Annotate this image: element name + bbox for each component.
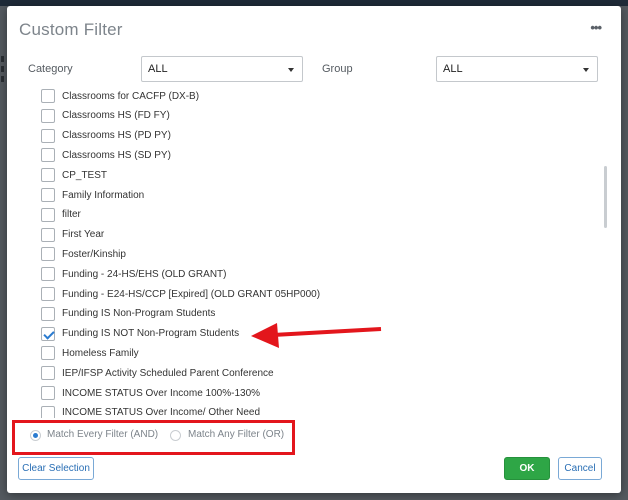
filter-list-item[interactable]: filter: [41, 205, 81, 225]
filter-list-item[interactable]: Funding - 24-HS/EHS (OLD GRANT): [41, 264, 227, 284]
clear-selection-button[interactable]: Clear Selection: [18, 457, 94, 480]
chevron-down-icon: [583, 68, 589, 72]
filter-checkbox[interactable]: [41, 89, 55, 103]
match-every-radio[interactable]: [30, 430, 41, 441]
filter-item-label[interactable]: Family Information: [62, 190, 144, 201]
filter-list-item[interactable]: INCOME STATUS Over Income/ Other Need: [41, 403, 260, 418]
category-select[interactable]: ALL: [141, 56, 303, 82]
filter-list-item[interactable]: Classrooms HS (SD PY): [41, 145, 171, 165]
filter-list-item[interactable]: Funding IS NOT Non-Program Students: [41, 324, 239, 344]
filter-item-label[interactable]: Funding IS Non-Program Students: [62, 308, 215, 319]
filter-item-label[interactable]: Funding - E24-HS/CCP [Expired] (OLD GRAN…: [62, 289, 320, 300]
filter-item-label[interactable]: IEP/IFSP Activity Scheduled Parent Confe…: [62, 368, 274, 379]
filter-checkbox[interactable]: [41, 306, 55, 321]
filter-checkbox[interactable]: [41, 168, 55, 183]
filter-checkbox[interactable]: [41, 366, 55, 381]
filter-item-label[interactable]: Classrooms HS (PD PY): [62, 130, 171, 141]
group-label: Group: [322, 63, 353, 75]
filter-item-label[interactable]: CP_TEST: [62, 170, 107, 181]
filter-item-label[interactable]: First Year: [62, 229, 104, 240]
filter-item-label[interactable]: INCOME STATUS Over Income 100%-130%: [62, 388, 260, 399]
filter-item-label[interactable]: Classrooms HS (FD FY): [62, 110, 170, 121]
filter-checkbox[interactable]: [41, 247, 55, 262]
annotation-arrow-icon: [251, 323, 382, 348]
filter-checkbox[interactable]: [41, 148, 55, 163]
filter-item-label[interactable]: INCOME STATUS Over Income/ Other Need: [62, 407, 260, 418]
group-select[interactable]: ALL: [436, 56, 598, 82]
filter-item-label[interactable]: Foster/Kinship: [62, 249, 126, 260]
filter-list-item[interactable]: Funding IS Non-Program Students: [41, 304, 215, 324]
filter-list-item[interactable]: First Year: [41, 225, 104, 245]
filter-list-item[interactable]: CP_TEST: [41, 165, 107, 185]
category-label: Category: [28, 63, 73, 75]
filter-list-item[interactable]: Classrooms HS (FD FY): [41, 106, 170, 126]
filter-checkbox[interactable]: [41, 287, 55, 301]
filter-checkbox[interactable]: [41, 405, 55, 418]
filter-list-item[interactable]: Family Information: [41, 185, 144, 205]
filter-list-item[interactable]: INCOME STATUS Over Income 100%-130%: [41, 383, 260, 403]
match-every-label[interactable]: Match Every Filter (AND): [47, 429, 158, 440]
filter-list-item[interactable]: Classrooms for CACFP (DX-B): [41, 86, 199, 106]
filter-item-label[interactable]: Homeless Family: [62, 348, 139, 359]
filter-item-label[interactable]: Funding IS NOT Non-Program Students: [62, 328, 239, 339]
cancel-button[interactable]: Cancel: [558, 457, 602, 480]
filter-item-label[interactable]: Funding - 24-HS/EHS (OLD GRANT): [62, 269, 227, 280]
custom-filter-dialog: Custom Filter ••• Category ALL Group ALL…: [7, 6, 621, 493]
filter-checkbox[interactable]: [41, 108, 55, 123]
more-options-icon[interactable]: •••: [590, 20, 602, 35]
filter-list-item[interactable]: Funding - E24-HS/CCP [Expired] (OLD GRAN…: [41, 284, 320, 304]
filter-list-item[interactable]: Homeless Family: [41, 343, 139, 363]
ok-button[interactable]: OK: [504, 457, 550, 480]
filter-checkbox[interactable]: [41, 267, 55, 282]
filter-checkbox[interactable]: [41, 128, 55, 143]
filter-checkbox[interactable]: [41, 188, 55, 202]
filter-list-item[interactable]: Foster/Kinship: [41, 244, 126, 264]
dialog-title: Custom Filter: [19, 20, 123, 39]
filter-list-item[interactable]: Classrooms HS (PD PY): [41, 126, 171, 146]
category-select-value: ALL: [148, 63, 168, 75]
filter-item-label[interactable]: Classrooms for CACFP (DX-B): [62, 91, 199, 102]
match-any-label[interactable]: Match Any Filter (OR): [188, 429, 284, 440]
chevron-down-icon: [288, 68, 294, 72]
filter-checkbox[interactable]: [41, 227, 55, 242]
filter-checkbox-list[interactable]: Classrooms for CACFP (DX-B) Classrooms HS…: [41, 86, 561, 418]
filter-item-label[interactable]: filter: [62, 209, 81, 220]
filter-checkbox[interactable]: [41, 326, 55, 341]
filter-list-item[interactable]: IEP/IFSP Activity Scheduled Parent Confe…: [41, 363, 274, 383]
match-any-radio[interactable]: [170, 430, 181, 441]
list-scrollbar[interactable]: [604, 166, 607, 228]
filter-checkbox[interactable]: [41, 207, 55, 222]
filter-item-label[interactable]: Classrooms HS (SD PY): [62, 150, 171, 161]
group-select-value: ALL: [443, 63, 463, 75]
filter-checkbox[interactable]: [41, 386, 55, 400]
filter-checkbox[interactable]: [41, 346, 55, 361]
